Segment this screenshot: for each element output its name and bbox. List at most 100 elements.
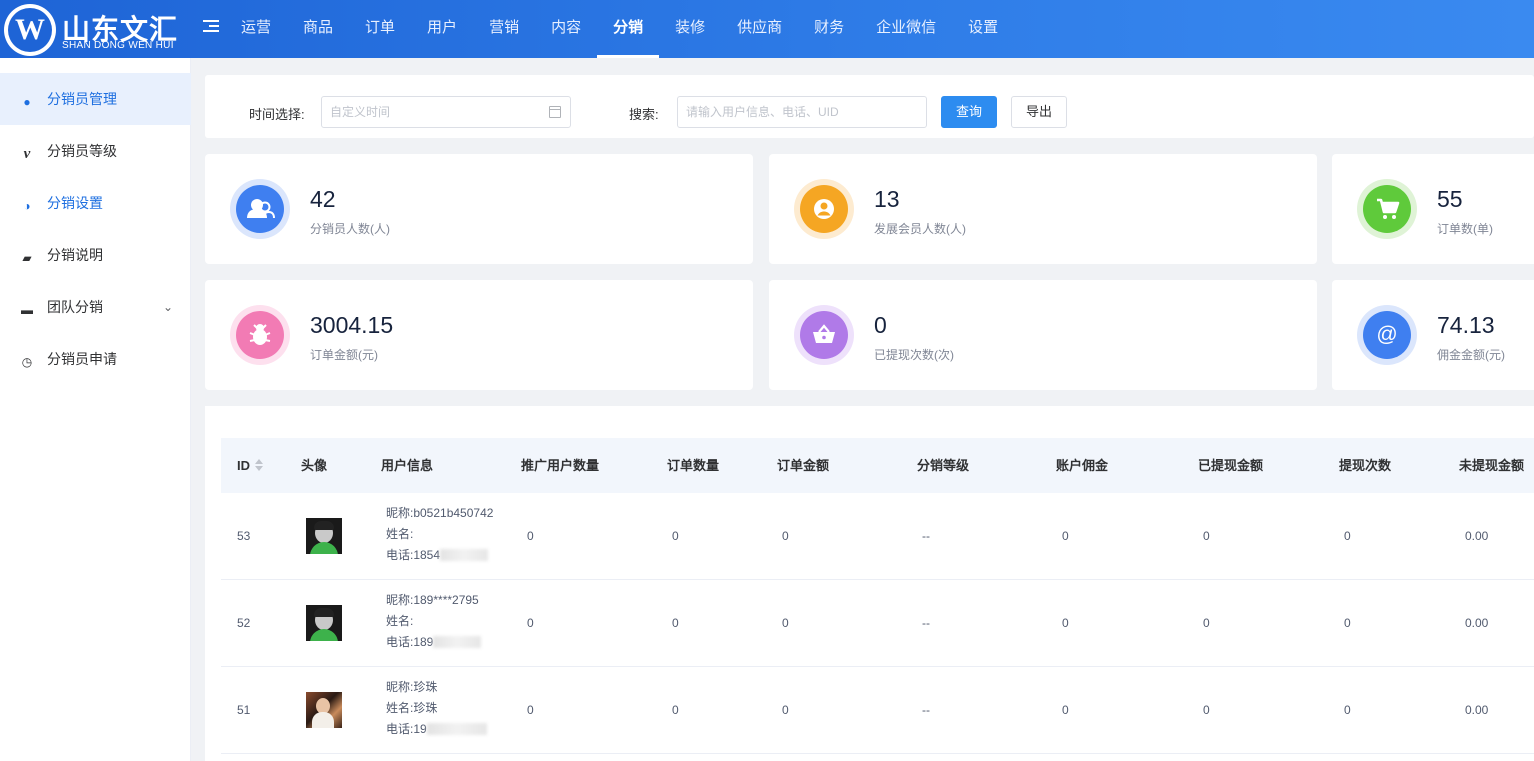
column-header-withdrawn: 已提现金额 — [1198, 458, 1264, 473]
sidebar-item-label: 分销员等级 — [47, 143, 117, 159]
search-input[interactable]: 请输入用户信息、电话、UID — [677, 96, 927, 128]
column-header-level: 分销等级 — [917, 458, 970, 473]
stat-label: 订单数(单) — [1437, 222, 1493, 236]
stat-icon-ring — [794, 179, 854, 239]
stat-label: 佣金金额(元) — [1437, 348, 1505, 362]
sidebar-item-distribution-guide[interactable]: ▰ 分销说明 — [0, 229, 191, 281]
user-phone: 电话:189 — [386, 635, 434, 649]
users-icon — [236, 185, 284, 233]
stat-card-order-amount: 3004.15 订单金额(元) — [205, 280, 753, 390]
user-phone-line: 电话:1854 — [386, 545, 493, 566]
cell-amount: 0 — [782, 529, 789, 543]
column-header-user-info: 用户信息 — [381, 458, 434, 473]
cell-amount: 0 — [782, 616, 789, 630]
stat-value: 55 — [1437, 186, 1463, 212]
alarm-clock-icon: ◷ — [21, 355, 33, 369]
sidebar-item-distributor-level[interactable]: v 分销员等级 — [0, 125, 191, 177]
user-info: 昵称:189****2795 姓名: 电话:189 — [386, 590, 482, 653]
column-header-commission: 账户佣金 — [1056, 458, 1109, 473]
vimeo-icon: v — [23, 146, 31, 162]
cell-id: 53 — [237, 529, 251, 543]
cell-promoted: 0 — [527, 529, 534, 543]
column-header-unwithdrawn: 未提现金额 — [1459, 458, 1525, 473]
nav-item-decoration[interactable]: 装修 — [659, 0, 721, 58]
nav-item-wecom[interactable]: 企业微信 — [860, 0, 952, 58]
nav-item-content[interactable]: 内容 — [535, 0, 597, 58]
user-name: 姓名: — [386, 527, 414, 541]
sidebar-item-team-distribution[interactable]: ▬ 团队分销 ⌄ — [0, 281, 191, 333]
bug-icon — [236, 311, 284, 359]
sidebar-item-distributor-application[interactable]: ◷ 分销员申请 — [0, 333, 191, 385]
chevron-down-icon[interactable]: ⌄ — [163, 281, 173, 333]
stat-card-orders: 55 订单数(单) — [1332, 154, 1534, 264]
cell-commission: 0 — [1062, 529, 1069, 543]
stat-label: 发展会员人数(人) — [874, 222, 966, 236]
table-row: 51 昵称:珍珠 姓名:珍珠 电话:19 0 0 0 -- 0 0 0 0.00 — [221, 667, 1534, 754]
menu-toggle-icon[interactable] — [203, 20, 219, 34]
redacted-blur — [426, 723, 487, 735]
cell-unwithdrawn: 0.00 — [1465, 529, 1489, 543]
column-header-withdraw-count: 提现次数 — [1339, 458, 1392, 473]
nav-item-operations[interactable]: 运营 — [225, 0, 287, 58]
stat-icon-ring — [1357, 179, 1417, 239]
column-header-avatar: 头像 — [301, 458, 328, 473]
stat-value: 74.13 — [1437, 312, 1495, 338]
stat-value: 0 — [874, 312, 887, 338]
redacted-blur — [433, 636, 482, 648]
column-header-id[interactable]: ID — [237, 438, 263, 493]
cell-promoted: 0 — [527, 703, 534, 717]
stat-label: 分销员人数(人) — [310, 222, 390, 236]
logo-letter: W — [8, 8, 52, 52]
nav-item-suppliers[interactable]: 供应商 — [721, 0, 798, 58]
nav-item-orders[interactable]: 订单 — [349, 0, 411, 58]
export-button[interactable]: 导出 — [1011, 96, 1067, 128]
cell-amount: 0 — [782, 703, 789, 717]
brand-logo[interactable]: W 山东文汇 SHAN DONG WEN HUI — [4, 4, 190, 56]
nav-item-finance[interactable]: 财务 — [798, 0, 860, 58]
sidebar-item-label: 分销说明 — [47, 247, 103, 263]
top-navbar: W 山东文汇 SHAN DONG WEN HUI 运营 商品 订单 用户 营销 … — [0, 0, 1534, 58]
cell-withdraw-count: 0 — [1344, 703, 1351, 717]
sidebar-item-label: 分销员申请 — [47, 351, 117, 367]
cell-withdrawn: 0 — [1203, 703, 1210, 717]
sidebar-item-label: 分销员管理 — [47, 91, 117, 107]
cell-orders: 0 — [672, 616, 679, 630]
stat-card-members: 13 发展会员人数(人) — [769, 154, 1317, 264]
stat-icon-ring: @ — [1357, 305, 1417, 365]
calendar-icon — [549, 106, 561, 118]
cell-id: 52 — [237, 616, 251, 630]
distributor-table: ID 头像 用户信息 推广用户数量 订单数量 订单金额 分销等级 账户佣金 已提… — [205, 406, 1534, 761]
stat-card-commission: @ 74.13 佣金金额(元) — [1332, 280, 1534, 390]
cell-withdraw-count: 0 — [1344, 529, 1351, 543]
user-circle-icon — [800, 185, 848, 233]
avatar — [306, 605, 342, 641]
logo-mark: W — [4, 4, 56, 56]
sidebar-item-distributor-management[interactable]: ● 分销员管理 — [0, 73, 191, 125]
user-info: 昵称:b0521b450742 姓名: 电话:1854 — [386, 503, 493, 566]
search-label: 搜索: — [629, 107, 659, 122]
date-range-input[interactable]: 自定义时间 — [321, 96, 571, 128]
nav-item-marketing[interactable]: 营销 — [473, 0, 535, 58]
nav-item-users[interactable]: 用户 — [411, 0, 473, 58]
stat-icon-ring — [794, 305, 854, 365]
stat-card-withdraw-count: 0 已提现次数(次) — [769, 280, 1317, 390]
sidebar: ● 分销员管理 v 分销员等级 ◑ 分销设置 ▰ 分销说明 ▬ 团队分销 ⌄ ◷ 分销员申请 — [0, 58, 191, 761]
stat-icon-ring — [230, 179, 290, 239]
sidebar-item-distribution-settings[interactable]: ◑ 分销设置 — [0, 177, 191, 229]
nav-item-distribution[interactable]: 分销 — [597, 0, 660, 58]
cell-level: -- — [922, 703, 930, 717]
user-info: 昵称:珍珠 姓名:珍珠 电话:19 — [386, 677, 487, 740]
sort-icon[interactable] — [255, 459, 263, 471]
stat-value: 3004.15 — [310, 312, 394, 338]
avatar — [306, 692, 342, 728]
query-button[interactable]: 查询 — [941, 96, 997, 128]
avatar — [306, 518, 342, 554]
nav-item-settings[interactable]: 设置 — [952, 0, 1014, 58]
cell-level: -- — [922, 529, 930, 543]
cell-orders: 0 — [672, 703, 679, 717]
user-nickname: 昵称:珍珠 — [386, 680, 438, 694]
nav-item-products[interactable]: 商品 — [287, 0, 349, 58]
user-name: 姓名:珍珠 — [386, 701, 438, 715]
main-nav: 运营 商品 订单 用户 营销 内容 分销 装修 供应商 财务 企业微信 设置 — [225, 0, 1014, 58]
basket-icon — [800, 311, 848, 359]
